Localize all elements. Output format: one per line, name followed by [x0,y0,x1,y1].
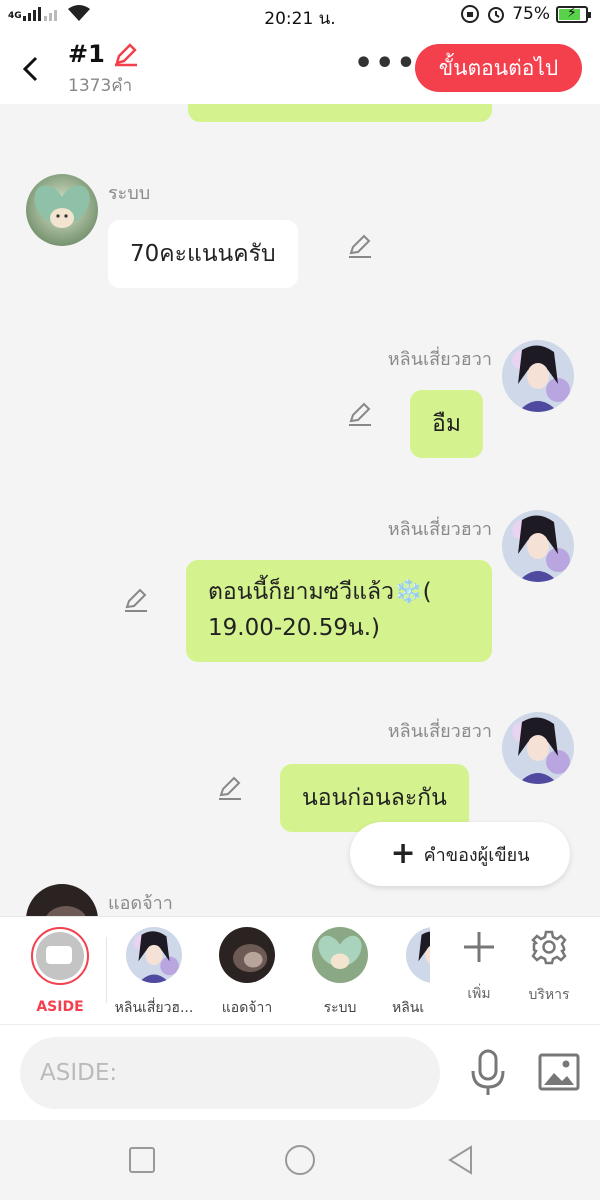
manage-label: บริหาร [528,987,570,1003]
message-bubble[interactable]: ตอนนี้ก็ยามซวีแล้ว❄️( 19.00-20.59น.) [186,560,492,662]
back-arrow-icon[interactable] [16,52,46,86]
sender-name: หลินเสี่ยวฮวา [387,349,492,370]
header: #1 1373คำ ••• ขั้นตอนต่อไป [0,32,600,104]
character-lin-xiaohua[interactable]: หลินเสี่ยวฮ... [114,927,194,1019]
aside-icon [31,927,89,985]
character-label: หลินเสี่ยวฮ... [114,1000,194,1016]
character-label: ระบบ [323,1000,357,1016]
edit-message-icon[interactable] [346,400,374,428]
plus-icon [444,929,514,973]
battery-icon: ⚡ [556,5,591,23]
sender-name: หลินเสี่ยวฮวา [387,519,492,540]
next-step-button[interactable]: ขั้นตอนต่อไป [415,44,582,92]
avatar-lin-xiaohua[interactable] [502,510,574,582]
page-title[interactable]: #1 [68,40,139,68]
edit-message-icon[interactable] [346,232,374,260]
character-aside[interactable]: ASIDE [20,927,100,1015]
alarm-icon [488,7,505,23]
rotation-lock-icon [461,5,480,23]
message-text: นอนก่อนละกัน [302,785,447,811]
more-options-icon[interactable]: ••• [354,46,418,81]
message-input[interactable]: ASIDE: [20,1037,440,1109]
input-placeholder: ASIDE: [40,1060,118,1086]
character-system[interactable]: ระบบ [300,927,380,1019]
avatar-lin-xiaohua[interactable] [502,712,574,784]
sender-name: แอดจ้าา [108,893,173,914]
character-lin-partial[interactable]: หลินเ [386,927,430,1019]
episode-title: #1 [68,40,105,68]
character-admin[interactable]: แอดจ้าา [207,927,287,1019]
sender-name: ระบบ [108,183,151,204]
avatar-system[interactable] [26,174,98,246]
microphone-icon[interactable] [468,1049,508,1097]
sender-name: หลินเสี่ยวฮวา [387,721,492,742]
message-bubble[interactable]: 70คะแนนครับ [108,220,298,288]
gear-icon [514,929,584,974]
chat-area[interactable]: ระบบ 70คะแนนครับ หลินเสี่ยวฮวา อืม หลินเ… [0,104,600,916]
add-character-button[interactable]: เพิ่ม [444,929,514,1005]
character-label: ASIDE [36,999,84,1015]
message-text-line2: 19.00-20.59น.) [208,615,380,641]
message-text: อืม [432,411,461,437]
battery-percent: 75% [512,4,550,24]
character-avatar [219,927,275,983]
word-count: 1373คำ [68,76,133,96]
character-label: หลินเ [392,1000,425,1016]
character-avatar [312,927,368,983]
status-right: 75% ⚡ [460,4,591,24]
image-icon[interactable] [538,1053,580,1091]
back-nav-icon[interactable] [446,1144,474,1176]
edit-message-icon[interactable] [122,586,150,614]
message-text: 70คะแนนครับ [130,241,276,267]
input-bar: ASIDE: [0,1024,600,1120]
navigation-bar [0,1120,600,1200]
character-label: แอดจ้าา [221,1000,273,1016]
character-bar: ASIDE หลินเสี่ยวฮ... แอดจ้าา ระบบ หลินเ … [0,916,600,1024]
author-note-label: คำของผู้เขียน [423,844,530,866]
character-avatar [126,927,182,983]
avatar-admin[interactable] [26,884,98,916]
add-label: เพิ่ม [467,986,491,1002]
recent-apps-icon[interactable] [128,1146,156,1174]
partial-message-bubble[interactable] [188,104,492,122]
status-bar: 4G 20:21 น. 75% ⚡ [0,0,600,32]
edit-pencil-icon[interactable] [113,41,139,67]
character-avatar [406,927,430,983]
home-icon[interactable] [284,1144,316,1176]
manage-button[interactable]: บริหาร [514,929,584,1006]
plus-icon: + [390,836,416,871]
message-text-line1: ตอนนี้ก็ยามซวีแล้ว❄️( [208,579,432,605]
avatar-lin-xiaohua[interactable] [502,340,574,412]
message-bubble[interactable]: อืม [410,390,483,458]
edit-message-icon[interactable] [216,774,244,802]
author-note-button[interactable]: + คำของผู้เขียน [350,822,570,886]
title-area: #1 1373คำ [68,40,139,99]
divider [106,937,107,1003]
